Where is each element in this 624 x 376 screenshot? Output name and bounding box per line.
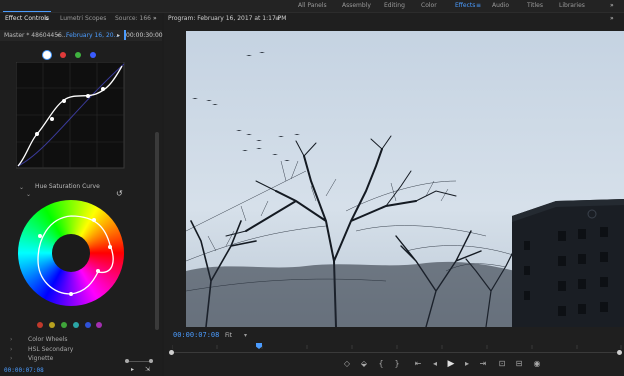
workspace-assembly[interactable]: Assembly — [342, 2, 371, 9]
tab-effect-controls[interactable]: Effect Controls — [5, 15, 49, 22]
workspace-editing[interactable]: Editing — [384, 2, 405, 9]
hamburger-icon[interactable]: ≡ — [476, 2, 481, 9]
marker-icon[interactable]: ◇ — [342, 359, 352, 368]
curve-channel-red[interactable] — [60, 52, 66, 58]
hue-curve-overlay[interactable] — [18, 200, 124, 306]
curve-channel-white[interactable] — [43, 51, 51, 59]
chevron-down-icon[interactable]: ▾ — [57, 32, 60, 39]
workspace-effects[interactable]: Effects — [455, 2, 475, 9]
swatch-cyan[interactable] — [73, 322, 79, 328]
curve-channel-green[interactable] — [75, 52, 81, 58]
chevron-down-icon[interactable]: ⌄ — [26, 191, 31, 198]
workspace-audio[interactable]: Audio — [492, 2, 509, 9]
ruler-ticks — [171, 344, 622, 349]
export-frame-icon[interactable]: ◉ — [532, 359, 542, 368]
zoom-handle[interactable] — [617, 350, 622, 355]
zoom-slider-handle[interactable] — [149, 359, 153, 363]
reset-icon[interactable]: ↺ — [116, 189, 123, 198]
swatch-magenta[interactable] — [96, 322, 102, 328]
extract-icon[interactable]: ⊟ — [514, 359, 524, 368]
play-toggle-icon[interactable]: ▸ — [131, 366, 134, 373]
swatch-green[interactable] — [61, 322, 67, 328]
chevron-right-icon[interactable]: › — [10, 355, 12, 362]
active-tab-indicator — [3, 11, 51, 12]
hamburger-icon[interactable]: ≡ — [44, 15, 49, 22]
chevron-right-icon[interactable]: › — [10, 336, 12, 343]
swatch-blue[interactable] — [85, 322, 91, 328]
section-hsl-secondary[interactable]: › HSL Secondary — [0, 346, 152, 355]
step-back-icon[interactable]: ⇤ — [413, 359, 423, 368]
mark-out-icon[interactable]: { — [376, 359, 386, 368]
tab-lumetri-scopes[interactable]: Lumetri Scopes — [60, 15, 106, 22]
workspace-color[interactable]: Color — [421, 2, 437, 9]
section-vignette[interactable]: › Vignette — [0, 355, 152, 364]
zoom-handle[interactable] — [169, 350, 174, 355]
workspace-libraries[interactable]: Libraries — [559, 2, 585, 9]
chevron-down-icon[interactable]: ▾ — [244, 332, 247, 339]
play-icon[interactable]: ▸ — [117, 32, 120, 39]
export-icon[interactable]: ⇲ — [145, 366, 150, 373]
time-ruler[interactable] — [170, 352, 622, 353]
zoom-slider-handle[interactable] — [125, 359, 129, 363]
hue-sat-label: Hue Saturation Curve — [35, 183, 100, 190]
clip-selector[interactable]: February 16, 20... — [66, 32, 119, 39]
step-forward-icon[interactable]: ▸ — [462, 359, 472, 368]
tab-source[interactable]: Source: 166 — [115, 15, 151, 22]
chevron-right-icon[interactable]: › — [10, 346, 12, 353]
chevron-down-icon[interactable]: ⌄ — [19, 184, 24, 191]
panel-scrollbar[interactable] — [155, 132, 159, 330]
swatch-yellow[interactable] — [49, 322, 55, 328]
hamburger-icon[interactable]: ≡ — [275, 15, 280, 22]
timecode-small: 00:00:30:00 — [126, 32, 163, 39]
clip-header: Master * 48604456... ▾ February 16, 20..… — [0, 30, 163, 41]
program-title: Program: February 16, 2017 at 1:17 PM — [168, 15, 287, 22]
curve-channel-blue[interactable] — [90, 52, 96, 58]
double-chevron-right-icon[interactable]: » — [610, 2, 614, 9]
workspace-all-panels[interactable]: All Panels — [298, 2, 327, 9]
rgb-curve-graph[interactable] — [16, 62, 126, 170]
go-to-in-icon[interactable]: } — [392, 359, 402, 368]
section-color-wheels[interactable]: › Color Wheels — [0, 336, 152, 345]
swatch-red[interactable] — [37, 322, 43, 328]
double-chevron-right-icon[interactable]: » — [610, 15, 614, 22]
program-timecode[interactable]: 00:00:07:08 — [173, 331, 219, 339]
double-chevron-right-icon[interactable]: » — [153, 15, 157, 22]
step-back-icon[interactable]: ◂ — [430, 359, 440, 368]
mark-in-icon[interactable]: ⬙ — [359, 359, 369, 368]
workspace-titles[interactable]: Titles — [527, 2, 543, 9]
left-timecode[interactable]: 00:00:07:08 — [4, 367, 44, 374]
lift-icon[interactable]: ⊡ — [497, 359, 507, 368]
go-to-out-icon[interactable]: ⇥ — [478, 359, 488, 368]
fit-dropdown[interactable]: Fit — [225, 332, 232, 339]
play-icon[interactable]: ▶ — [446, 359, 456, 369]
video-frame[interactable] — [186, 31, 624, 327]
workspace-bar: All Panels Assembly Editing Color Effect… — [0, 0, 624, 13]
